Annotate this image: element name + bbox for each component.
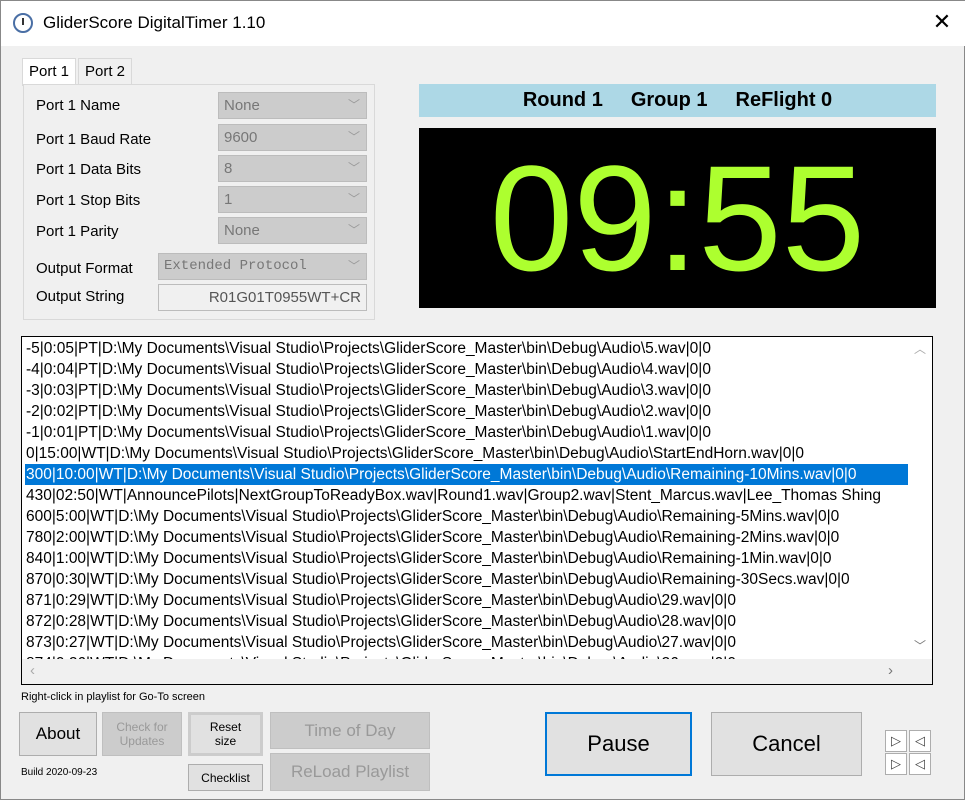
check-updates-button[interactable]: Check for Updates bbox=[102, 712, 182, 756]
group-label: Group 1 bbox=[630, 89, 708, 111]
playlist-row[interactable]: 430|02:50|WT|AnnouncePilots|NextGroupToR… bbox=[25, 485, 908, 506]
output-format-label: Output Format bbox=[36, 260, 133, 277]
reflight-label: ReFlight 0 bbox=[735, 89, 833, 111]
time-of-day-button[interactable]: Time of Day bbox=[270, 712, 430, 749]
playlist-row[interactable]: -4|0:04|PT|D:\My Documents\Visual Studio… bbox=[25, 359, 908, 380]
chevron-down-icon: ﹀ bbox=[347, 98, 360, 112]
playlist-row[interactable]: 870|0:30|WT|D:\My Documents\Visual Studi… bbox=[25, 569, 908, 590]
chevron-down-icon: ﹀ bbox=[347, 161, 360, 175]
playlist-hint: Right-click in playlist for Go-To screen bbox=[21, 691, 206, 703]
playlist-row[interactable]: 0|15:00|WT|D:\My Documents\Visual Studio… bbox=[25, 443, 908, 464]
scroll-down-icon[interactable]: ﹀ bbox=[914, 637, 926, 654]
port-name-select[interactable]: None ﹀ bbox=[218, 92, 367, 119]
stop-bits-label: Port 1 Stop Bits bbox=[36, 192, 141, 209]
tab-port-2[interactable]: Port 2 bbox=[78, 58, 133, 85]
round-label: Round 1 bbox=[522, 89, 603, 111]
reset-size-button[interactable]: Reset size bbox=[188, 712, 263, 756]
output-string-label: Output String bbox=[36, 288, 125, 305]
about-button[interactable]: About bbox=[19, 712, 97, 756]
window-title: GliderScore DigitalTimer 1.10 bbox=[43, 13, 266, 32]
checklist-button[interactable]: Checklist bbox=[188, 764, 263, 791]
clock-app-icon bbox=[13, 13, 33, 33]
playlist-row[interactable]: -5|0:05|PT|D:\My Documents\Visual Studio… bbox=[25, 338, 908, 359]
arrow-right-down-icon[interactable]: ▷ bbox=[885, 753, 907, 775]
playlist-row[interactable]: 600|5:00|WT|D:\My Documents\Visual Studi… bbox=[25, 506, 908, 527]
data-bits-select[interactable]: 8 ﹀ bbox=[218, 155, 367, 182]
playlist-row[interactable]: 780|2:00|WT|D:\My Documents\Visual Studi… bbox=[25, 527, 908, 548]
baud-rate-label: Port 1 Baud Rate bbox=[36, 131, 152, 148]
parity-label: Port 1 Parity bbox=[36, 223, 119, 240]
baud-rate-value: 9600 bbox=[224, 129, 258, 146]
playlist-row[interactable]: 300|10:00|WT|D:\My Documents\Visual Stud… bbox=[25, 464, 908, 485]
output-format-value: Extended Protocol bbox=[164, 258, 307, 274]
playlist-row[interactable]: -3|0:03|PT|D:\My Documents\Visual Studio… bbox=[25, 380, 908, 401]
close-icon[interactable]: ✕ bbox=[929, 9, 955, 35]
chevron-down-icon: ﹀ bbox=[347, 260, 360, 274]
scroll-up-icon[interactable]: ︿ bbox=[914, 340, 926, 357]
vertical-scrollbar[interactable]: ︿ ﹀ bbox=[908, 337, 932, 659]
cancel-button[interactable]: Cancel bbox=[711, 712, 862, 776]
chevron-down-icon: ﹀ bbox=[347, 192, 360, 206]
horizontal-scrollbar[interactable]: ‹ › bbox=[22, 659, 932, 684]
stop-bits-value: 1 bbox=[224, 191, 233, 208]
tab-port-1[interactable]: Port 1 bbox=[22, 58, 77, 86]
pause-button[interactable]: Pause bbox=[545, 712, 692, 776]
playlist[interactable]: 874|0:26|WT|D:\My Documents\Visual Studi… bbox=[21, 336, 933, 685]
playlist-row[interactable]: 840|1:00|WT|D:\My Documents\Visual Studi… bbox=[25, 548, 908, 569]
parity-value: None bbox=[224, 222, 260, 239]
arrow-right-icon[interactable]: ▷ bbox=[885, 730, 907, 752]
reload-playlist-button[interactable]: ReLoad Playlist bbox=[270, 753, 430, 791]
playlist-row[interactable]: -2|0:02|PT|D:\My Documents\Visual Studio… bbox=[25, 401, 908, 422]
playlist-row[interactable]: 872|0:28|WT|D:\My Documents\Visual Studi… bbox=[25, 611, 908, 632]
data-bits-value: 8 bbox=[224, 160, 233, 177]
playlist-row[interactable]: -1|0:01|PT|D:\My Documents\Visual Studio… bbox=[25, 422, 908, 443]
baud-rate-select[interactable]: 9600 ﹀ bbox=[218, 124, 367, 151]
arrow-left-down-icon[interactable]: ◁ bbox=[909, 753, 931, 775]
round-status-banner: Round 1 Group 1 ReFlight 0 bbox=[419, 84, 936, 117]
timer-display: 09:55 bbox=[419, 128, 936, 308]
playlist-row[interactable]: 873|0:27|WT|D:\My Documents\Visual Studi… bbox=[25, 632, 908, 653]
stop-bits-select[interactable]: 1 ﹀ bbox=[218, 186, 367, 213]
data-bits-label: Port 1 Data Bits bbox=[36, 161, 142, 178]
build-label: Build 2020-09-23 bbox=[21, 767, 98, 778]
output-string-field[interactable]: R01G01T0955WT+CR bbox=[158, 284, 367, 311]
playlist-row[interactable]: 871|0:29|WT|D:\My Documents\Visual Studi… bbox=[25, 590, 908, 611]
port-name-label: Port 1 Name bbox=[36, 97, 121, 114]
scroll-right-icon[interactable]: › bbox=[888, 662, 893, 679]
arrow-left-icon[interactable]: ◁ bbox=[909, 730, 931, 752]
chevron-down-icon: ﹀ bbox=[347, 223, 360, 237]
chevron-down-icon: ﹀ bbox=[347, 130, 360, 144]
output-format-select[interactable]: Extended Protocol ﹀ bbox=[158, 253, 367, 280]
scroll-left-icon[interactable]: ‹ bbox=[30, 662, 35, 679]
port-name-value: None bbox=[224, 97, 260, 114]
parity-select[interactable]: None ﹀ bbox=[218, 217, 367, 244]
